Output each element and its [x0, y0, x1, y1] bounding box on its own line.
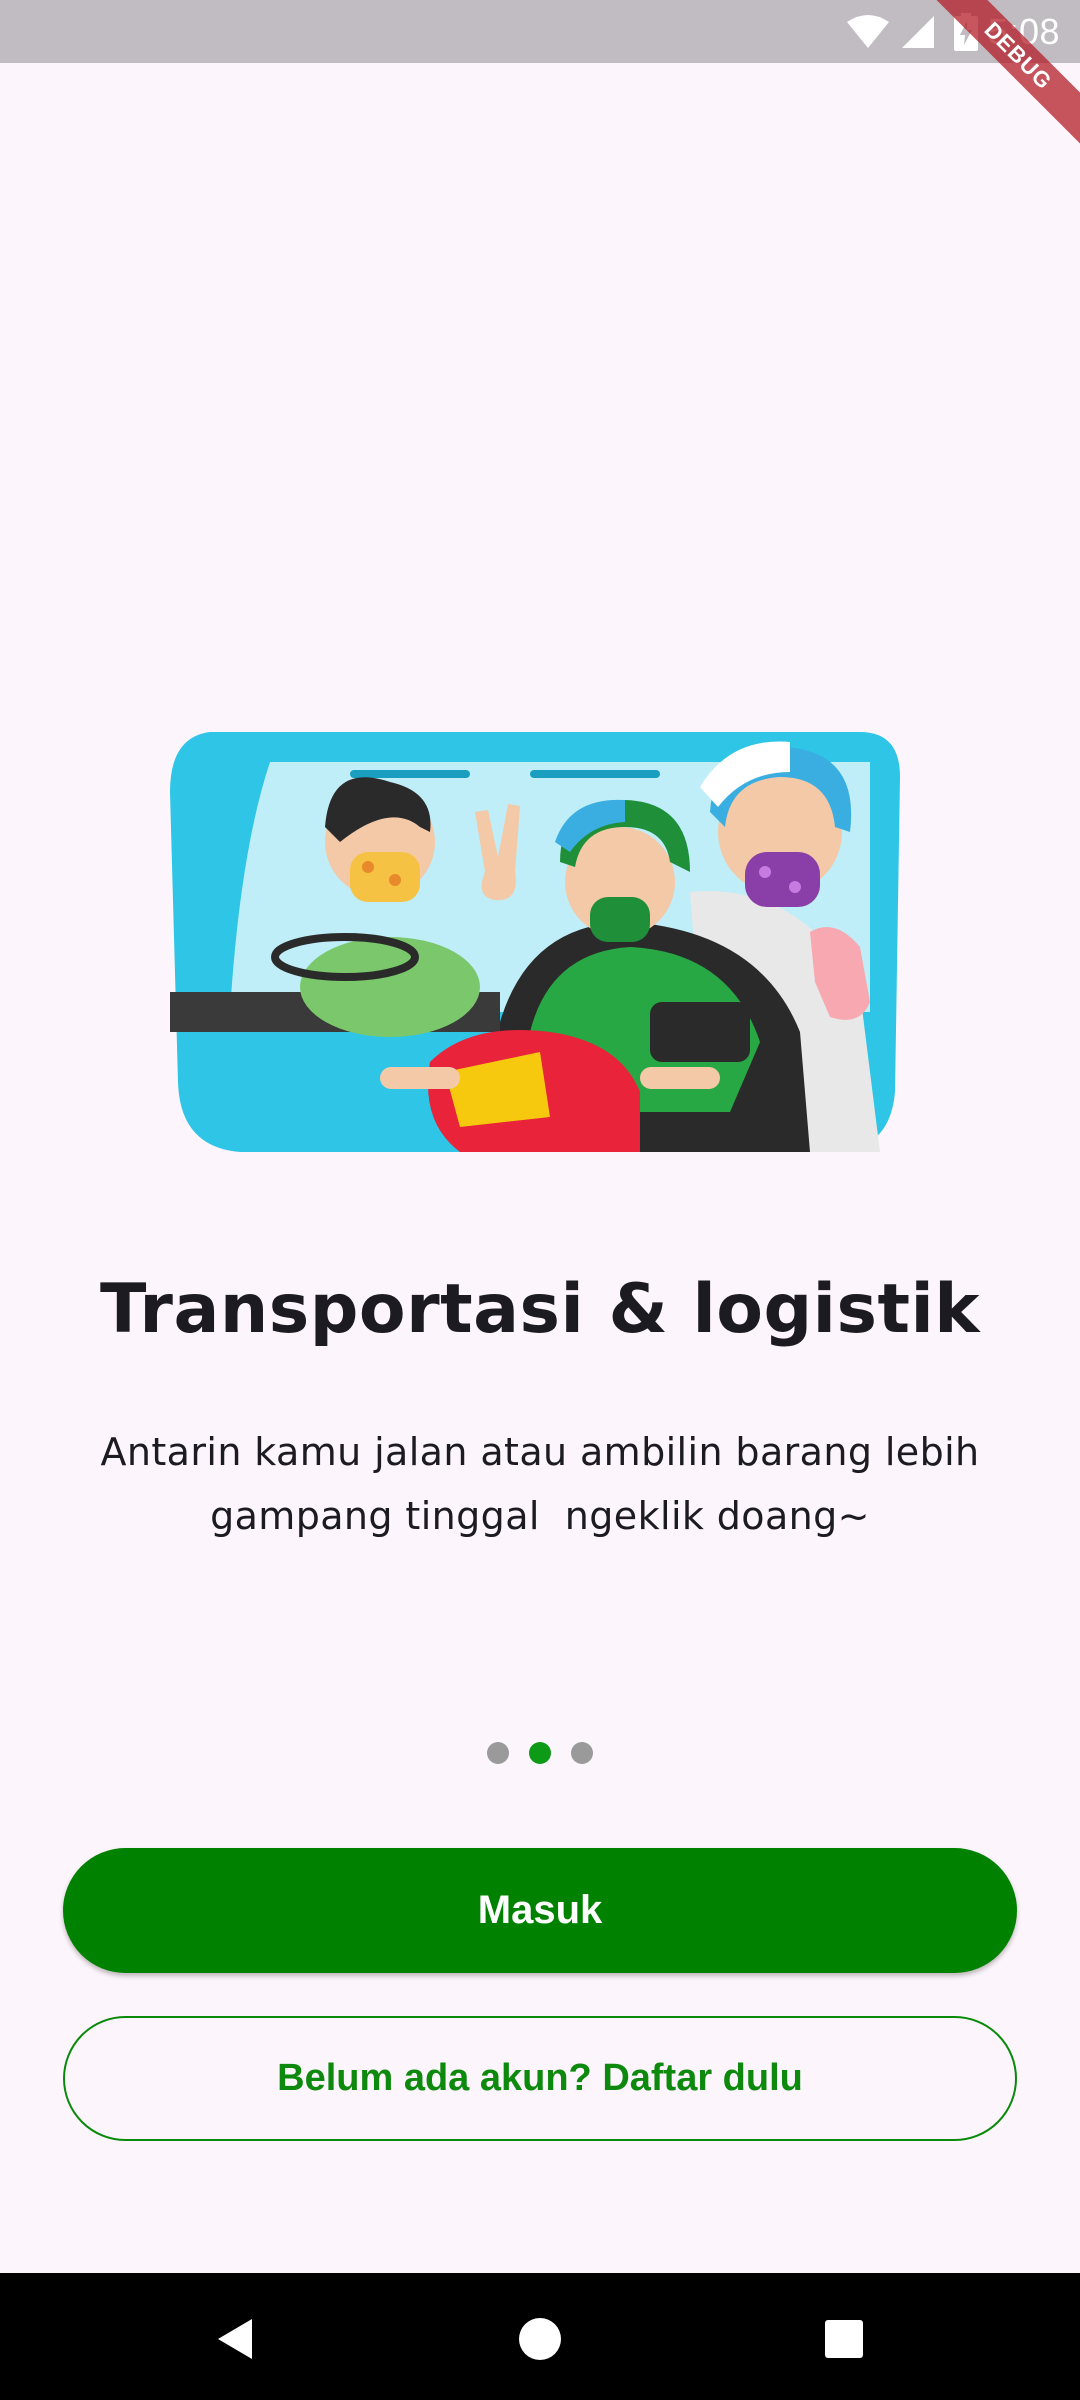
- onboarding-subtitle-line-2: gampang tinggal ngeklik doang~: [210, 1494, 870, 1538]
- page-indicator-dot[interactable]: [571, 1742, 593, 1764]
- status-time: 5:08: [987, 10, 1060, 52]
- status-bar: 5:08: [0, 0, 1080, 63]
- transport-illustration: [170, 732, 905, 1157]
- onboarding-subtitle: Antarin kamu jalan atau ambilin barang l…: [60, 1420, 1020, 1548]
- onboarding-title: Transportasi & logistik: [100, 1270, 980, 1349]
- page-indicator: [0, 1742, 1080, 1764]
- system-nav-bar: [0, 2273, 1080, 2400]
- wifi-icon: [846, 14, 890, 50]
- page-indicator-dot-active[interactable]: [529, 1742, 551, 1764]
- back-icon[interactable]: [208, 2311, 264, 2367]
- recents-icon[interactable]: [816, 2311, 872, 2367]
- cellular-signal-icon: [900, 14, 936, 50]
- home-icon[interactable]: [512, 2311, 568, 2367]
- page-indicator-dot[interactable]: [487, 1742, 509, 1764]
- onboarding-subtitle-line-1: Antarin kamu jalan atau ambilin barang l…: [100, 1430, 980, 1474]
- login-button[interactable]: Masuk: [63, 1848, 1017, 1973]
- status-icons: 5:08: [846, 0, 1080, 63]
- battery-charging-icon: [953, 12, 978, 51]
- register-button[interactable]: Belum ada akun? Daftar dulu: [63, 2016, 1017, 2141]
